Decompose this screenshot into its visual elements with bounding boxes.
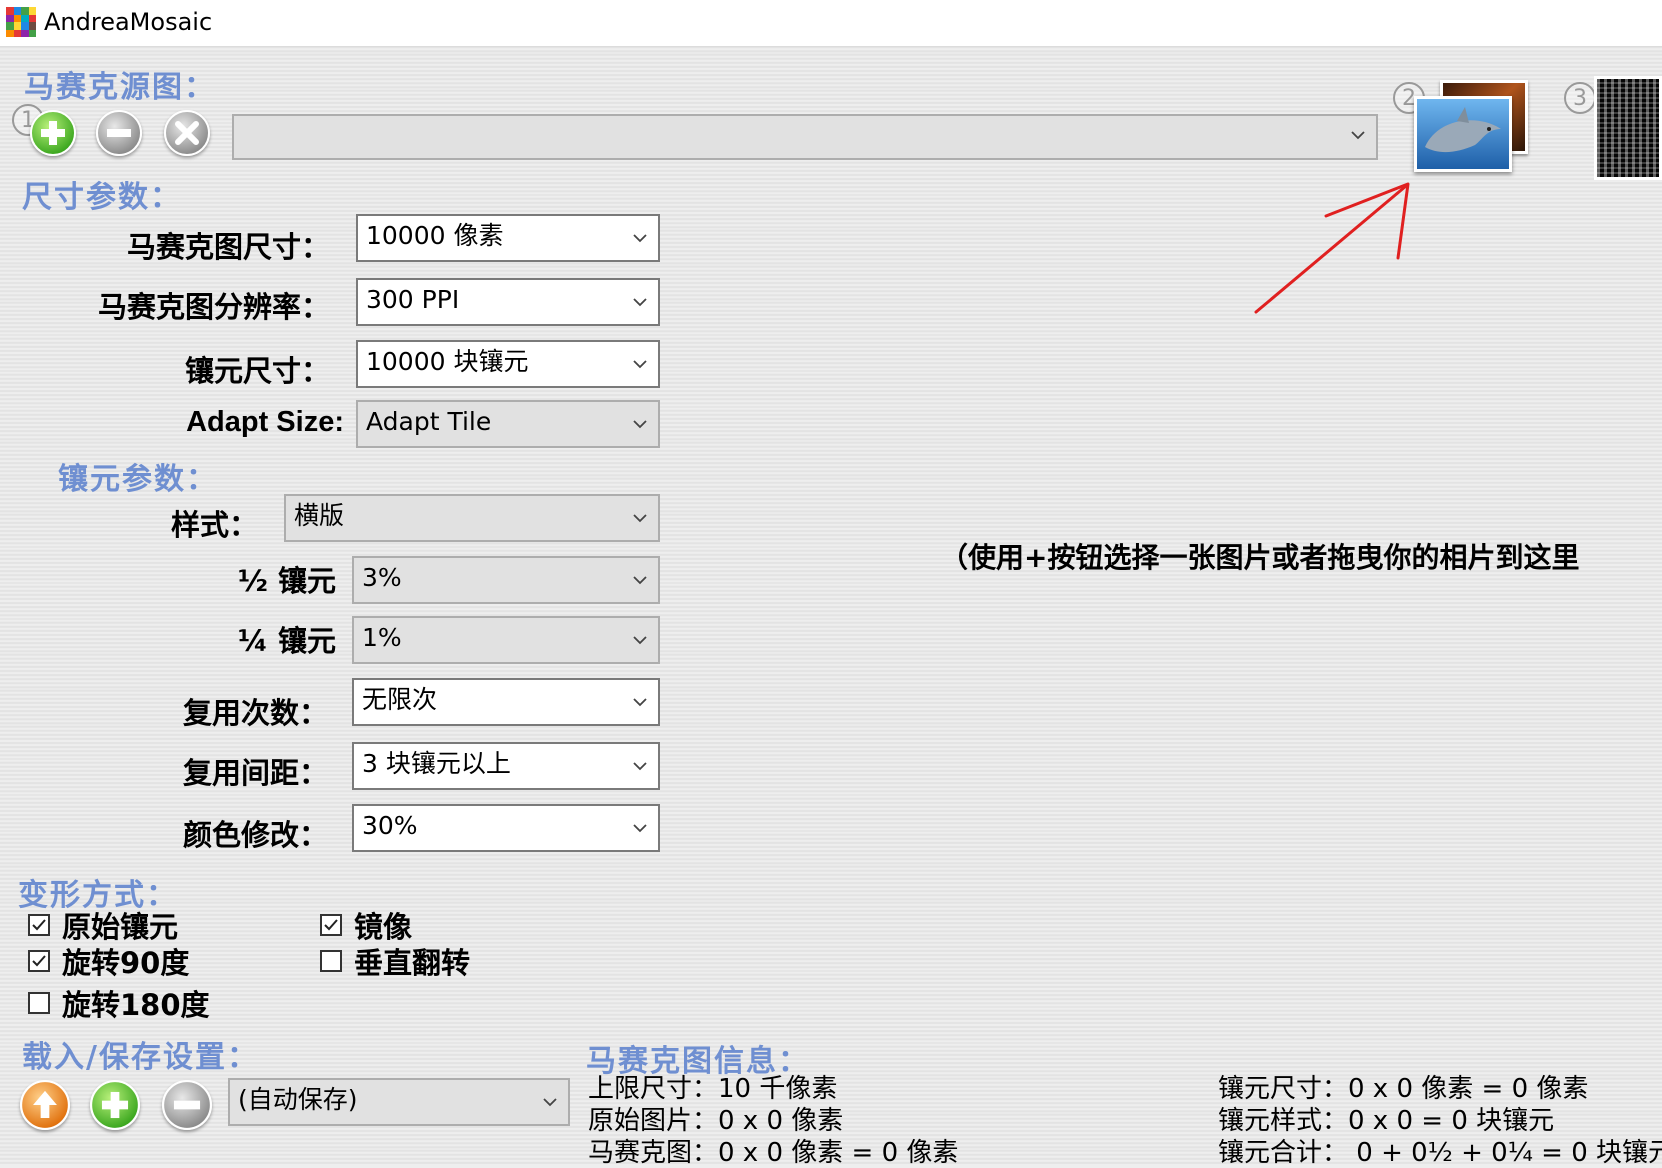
- chevron-down-icon: [633, 420, 647, 429]
- add-source-button[interactable]: [30, 110, 76, 156]
- save-icon: [90, 1080, 140, 1130]
- checkmark-icon: [32, 919, 46, 931]
- adapt-size-combo[interactable]: Adapt Tile: [356, 400, 660, 448]
- red-arrow-annotation: [1254, 182, 1410, 314]
- checkbox-box[interactable]: [28, 950, 50, 972]
- color-change-value: 30%: [362, 811, 418, 840]
- checkmark-icon: [324, 919, 338, 931]
- save-settings-button[interactable]: [90, 1080, 140, 1130]
- resolution-label: 马赛克图分辨率：: [97, 290, 330, 324]
- checkbox-box[interactable]: [320, 914, 342, 936]
- remove-source-button[interactable]: [96, 110, 142, 156]
- drop-hint-text: （使用+按钮选择一张图片或者拖曳你的相片到这里: [940, 541, 1580, 574]
- checkbox-vertical-flip[interactable]: 垂直翻转: [320, 940, 470, 982]
- checkbox-label: 旋转90度: [62, 946, 190, 980]
- section-tile-params-title: 镶元参数：: [58, 462, 218, 497]
- tiles-image-icon[interactable]: [1594, 76, 1662, 180]
- reuse-distance-value: 3 块镶元以上: [362, 749, 511, 778]
- section-load-save-title: 载入/保存设置：: [22, 1040, 259, 1075]
- source-image-combo[interactable]: [232, 114, 1378, 160]
- checkbox-rotate-90[interactable]: 旋转90度: [28, 940, 189, 982]
- chevron-down-icon: [633, 360, 647, 369]
- chevron-down-icon: [633, 514, 647, 523]
- checkbox-box[interactable]: [320, 950, 342, 972]
- chevron-down-icon: [633, 636, 647, 645]
- checkbox-label: 垂直翻转: [354, 946, 471, 980]
- load-icon: [20, 1080, 70, 1130]
- info-tile-style: 镶元样式：0 x 0 = 0 块镶元: [1218, 1106, 1555, 1136]
- quarter-tile-value: 1%: [362, 623, 402, 652]
- reuse-count-combo[interactable]: 无限次: [352, 678, 660, 726]
- mosaic-size-value: 10000 像素: [366, 221, 504, 250]
- checkbox-box[interactable]: [28, 992, 50, 1014]
- section-size-params-title: 尺寸参数：: [22, 180, 182, 215]
- tiles-folder-button[interactable]: [1414, 80, 1528, 172]
- window-title: AndreaMosaic: [44, 8, 213, 36]
- info-tile-total: 镶元合计： 0 + 0½ + 0¼ = 0 块镶元: [1218, 1138, 1662, 1168]
- checkmark-icon: [32, 955, 46, 967]
- settings-preset-combo[interactable]: (自动保存): [228, 1078, 570, 1126]
- step-number-3: 3: [1564, 82, 1596, 114]
- quarter-tile-combo[interactable]: 1%: [352, 616, 660, 664]
- tile-size-combo[interactable]: 10000 块镶元: [356, 340, 660, 388]
- chevron-down-icon: [543, 1098, 557, 1107]
- chevron-down-icon: [633, 824, 647, 833]
- half-tile-value: 3%: [362, 563, 402, 592]
- settings-preset-value: (自动保存): [238, 1085, 358, 1114]
- half-tile-label: ½ 镶元: [237, 564, 336, 598]
- mosaic-size-label: 马赛克图尺寸：: [126, 230, 330, 264]
- style-label: 样式：: [170, 508, 258, 542]
- resolution-value: 300 PPI: [366, 285, 460, 314]
- add-icon: [30, 110, 76, 156]
- clear-source-button[interactable]: [164, 110, 210, 156]
- remove-settings-icon: [162, 1080, 212, 1130]
- tile-size-label: 镶元尺寸：: [184, 354, 330, 388]
- dolphin-image-icon: [1414, 96, 1512, 172]
- clear-icon: [164, 110, 210, 156]
- reuse-count-label: 复用次数：: [182, 696, 328, 730]
- chevron-down-icon: [633, 298, 647, 307]
- info-mosaic-size: 马赛克图：0 x 0 像素 = 0 像素: [588, 1138, 959, 1168]
- style-combo[interactable]: 横版: [284, 494, 660, 542]
- chevron-down-icon: [633, 698, 647, 707]
- checkbox-label: 旋转180度: [62, 988, 210, 1022]
- quarter-tile-label: ¼ 镶元: [237, 624, 336, 658]
- mosaic-size-combo[interactable]: 10000 像素: [356, 214, 660, 262]
- andreamosaic-app-icon: [6, 7, 36, 37]
- color-change-label: 颜色修改：: [182, 818, 328, 852]
- reuse-distance-label: 复用间距：: [182, 756, 328, 790]
- color-change-combo[interactable]: 30%: [352, 804, 660, 852]
- adapt-size-label: Adapt Size:: [186, 406, 344, 438]
- load-settings-button[interactable]: [20, 1080, 70, 1130]
- info-max-size: 上限尺寸：10 千像素: [588, 1074, 838, 1104]
- title-bar: AndreaMosaic: [0, 0, 1662, 47]
- remove-settings-button[interactable]: [162, 1080, 212, 1130]
- chevron-down-icon: [633, 762, 647, 771]
- resolution-combo[interactable]: 300 PPI: [356, 278, 660, 326]
- style-value: 横版: [294, 501, 345, 530]
- reuse-count-value: 无限次: [362, 685, 438, 714]
- remove-icon: [96, 110, 142, 156]
- chevron-down-icon: [633, 234, 647, 243]
- chevron-down-icon: [1351, 131, 1365, 140]
- reuse-distance-combo[interactable]: 3 块镶元以上: [352, 742, 660, 790]
- info-tile-size: 镶元尺寸：0 x 0 像素 = 0 像素: [1218, 1074, 1589, 1104]
- section-source-title: 马赛克源图：: [24, 70, 216, 105]
- half-tile-combo[interactable]: 3%: [352, 556, 660, 604]
- tile-size-value: 10000 块镶元: [366, 347, 529, 376]
- checkbox-rotate-180[interactable]: 旋转180度: [28, 982, 210, 1024]
- adapt-size-value: Adapt Tile: [366, 407, 492, 436]
- chevron-down-icon: [633, 576, 647, 585]
- checkbox-box[interactable]: [28, 914, 50, 936]
- info-original-image: 原始图片：0 x 0 像素: [588, 1106, 844, 1136]
